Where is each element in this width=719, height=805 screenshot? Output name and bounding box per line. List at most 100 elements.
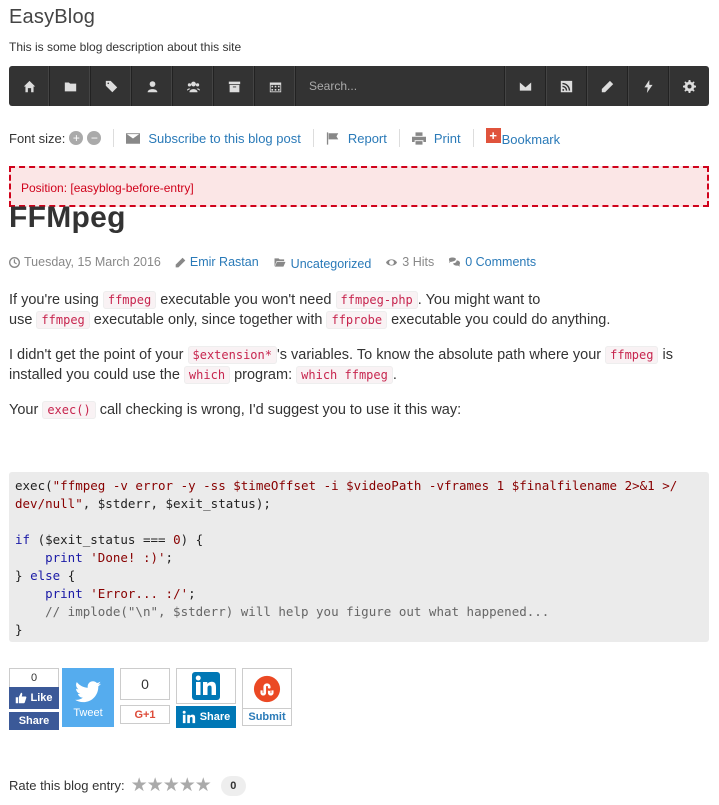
stumbleupon-logo (242, 668, 292, 708)
site-description: This is some blog description about this… (9, 40, 242, 54)
envelope-icon[interactable] (504, 66, 545, 106)
inline-code: ffprobe (326, 311, 388, 329)
facebook-like-label: Like (30, 692, 53, 704)
twitter-tweet-button[interactable]: Tweet (62, 668, 114, 727)
bolt-icon[interactable] (627, 66, 668, 106)
text: executable you could do anything. (387, 312, 611, 328)
googleplus-count: 0 (120, 668, 170, 700)
inline-code: exec() (42, 401, 96, 419)
text: Your (9, 402, 43, 418)
post-date-text: Tuesday, 15 March 2016 (24, 255, 161, 269)
user-icon[interactable] (132, 66, 173, 106)
users-icon[interactable] (173, 66, 214, 106)
rating-stars[interactable]: ★★★★★ (131, 774, 212, 797)
post-date: Tuesday, 15 March 2016 (9, 255, 161, 269)
pencil-icon[interactable] (586, 66, 627, 106)
divider (398, 129, 400, 147)
eye-icon (386, 258, 398, 266)
bookmark-plus-icon: + (485, 127, 501, 143)
text: use (9, 312, 37, 328)
pencil-icon (175, 257, 186, 267)
facebook-like-button[interactable]: Like (9, 687, 59, 709)
bookmark-label: Bookmark (501, 131, 561, 147)
search-input[interactable] (307, 78, 487, 94)
text: 's variables. To know the absolute path … (276, 347, 606, 363)
site-title[interactable]: EasyBlog (9, 6, 95, 29)
text: executable you won't need (156, 292, 336, 308)
text: program: (230, 367, 297, 383)
text: executable only, since together with (89, 312, 327, 328)
linkedin-share-button[interactable]: Share (176, 706, 236, 728)
print-label: Print (433, 130, 461, 146)
comments-icon (449, 257, 461, 267)
text: . You might want to (417, 292, 541, 308)
tags-icon[interactable] (91, 66, 132, 106)
post-author: Emir Rastan (175, 255, 259, 269)
post-meta: Tuesday, 15 March 2016 Emir Rastan Uncat… (9, 255, 550, 271)
clock-icon (9, 256, 20, 268)
comments-link[interactable]: 0 Comments (465, 255, 536, 269)
linkedin-share: Share (176, 668, 236, 728)
subscribe-label: Subscribe to this blog post (148, 130, 301, 146)
stumbleupon-submit-button[interactable]: Submit (242, 708, 292, 726)
stumbleupon-share: Submit (242, 668, 292, 726)
inline-code: ffmpeg-php (335, 291, 418, 309)
text: call checking is wrong, I'd suggest you … (95, 402, 462, 418)
author-link[interactable]: Emir Rastan (190, 255, 259, 269)
post-title: FFMpeg (9, 201, 126, 234)
rating-count-badge: 0 (220, 775, 246, 796)
folder-open-icon (274, 257, 286, 267)
inline-code: ffmpeg (102, 291, 157, 309)
home-icon[interactable] (9, 66, 50, 106)
facebook-count: 0 (9, 668, 59, 688)
thumbs-up-icon (16, 692, 27, 704)
inline-code: ffmpeg (605, 346, 659, 364)
googleplus-share: 0 G+1 (120, 668, 170, 724)
gear-icon[interactable] (668, 66, 709, 106)
rating-label: Rate this blog entry: (9, 778, 125, 793)
post-tools: Font size: + − Subscribe to this blog po… (9, 127, 561, 148)
blog-toolbar (9, 66, 709, 106)
post-hits: 3 Hits (385, 255, 434, 269)
googleplus-button[interactable]: G+1 (120, 705, 170, 724)
toolbar-search (296, 66, 504, 106)
linkedin-logo (176, 668, 236, 704)
category-link[interactable]: Uncategorized (291, 257, 372, 271)
twitter-bird-icon (75, 681, 101, 703)
inline-code: ffmpeg (36, 311, 90, 329)
text: . (392, 367, 397, 383)
folder-icon[interactable] (50, 66, 91, 106)
calendar-icon[interactable] (255, 66, 296, 106)
post-category: Uncategorized (273, 255, 372, 271)
tweet-label: Tweet (73, 707, 103, 719)
archive-icon[interactable] (214, 66, 255, 106)
hits-text: 3 Hits (402, 255, 435, 269)
font-increase-button[interactable]: + (69, 131, 84, 145)
inline-code: which (183, 366, 231, 384)
report-label: Report (347, 130, 387, 146)
divider (312, 129, 314, 147)
facebook-share: 0 Like Share (9, 668, 59, 730)
flag-icon (326, 131, 339, 145)
text: is (658, 347, 673, 363)
inline-code: which ffmpeg (296, 366, 393, 384)
facebook-share-button[interactable]: Share (9, 711, 59, 730)
code-block: exec("ffmpeg -v error -y -ss $timeOffset… (9, 472, 709, 642)
inline-code: $extension* (187, 346, 277, 364)
post-comments: 0 Comments (448, 255, 536, 269)
linkedin-icon (192, 672, 220, 700)
stumbleupon-icon (253, 675, 281, 702)
post-paragraph-1: If you're using ffmpeg executable you wo… (9, 290, 709, 330)
print-link[interactable]: Print (411, 130, 461, 146)
rss-icon[interactable] (545, 66, 586, 106)
divider (472, 129, 474, 147)
report-link[interactable]: Report (326, 131, 387, 146)
subscribe-link[interactable]: Subscribe to this blog post (126, 130, 301, 146)
linkedin-small-icon (182, 710, 195, 724)
font-size-label: Font size: (9, 130, 66, 146)
text: If you're using (9, 292, 103, 308)
rating-section: Rate this blog entry: ★★★★★ 0 (9, 774, 246, 797)
font-decrease-button[interactable]: − (87, 131, 102, 145)
bookmark-link[interactable]: + Bookmark (485, 127, 561, 147)
envelope-icon (126, 132, 141, 144)
